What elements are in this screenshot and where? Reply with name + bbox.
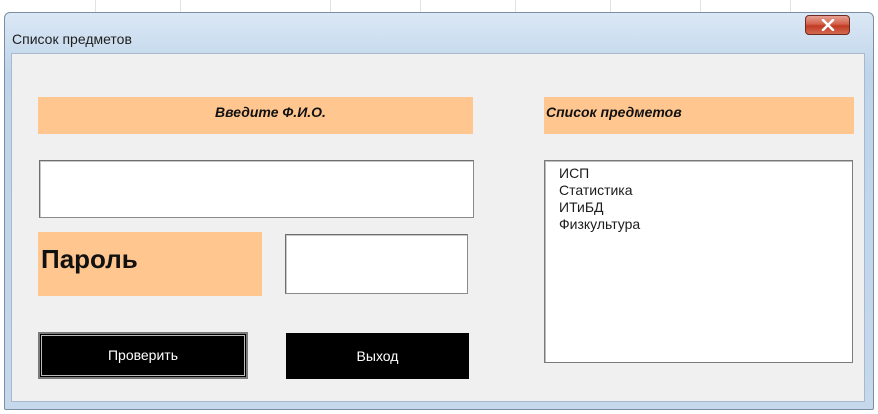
sheet-gridline <box>95 0 96 12</box>
userform-window: Список предметов Введите Ф.И.О. Список п… <box>4 12 874 410</box>
subjects-label: Список предметов <box>544 97 854 134</box>
form-client-area: Введите Ф.И.О. Список предметов Пароль П… <box>11 53 865 402</box>
exit-button[interactable]: Выход <box>286 333 469 379</box>
password-input[interactable] <box>285 234 468 294</box>
sheet-gridline <box>700 0 701 12</box>
list-item[interactable]: Статистика <box>559 182 852 199</box>
subjects-listbox[interactable]: ИСП Статистика ИТиБД Физкультура <box>544 160 853 363</box>
sheet-gridline <box>420 0 421 12</box>
sheet-gridline <box>180 0 181 12</box>
sheet-gridline <box>790 0 791 12</box>
close-icon <box>821 19 834 31</box>
check-button[interactable]: Проверить <box>38 332 248 379</box>
sheet-gridline <box>610 0 611 12</box>
title-bar[interactable]: Список предметов <box>5 13 873 53</box>
list-item[interactable]: ИСП <box>559 165 852 182</box>
fio-input[interactable] <box>39 160 474 218</box>
close-button[interactable] <box>805 15 850 35</box>
window-title: Список предметов <box>12 31 132 47</box>
sheet-gridline <box>330 0 331 12</box>
password-label: Пароль <box>38 232 262 296</box>
list-item[interactable]: ИТиБД <box>559 199 852 216</box>
list-item[interactable]: Физкультура <box>559 216 852 233</box>
fio-label: Введите Ф.И.О. <box>38 97 473 134</box>
sheet-gridline <box>515 0 516 12</box>
